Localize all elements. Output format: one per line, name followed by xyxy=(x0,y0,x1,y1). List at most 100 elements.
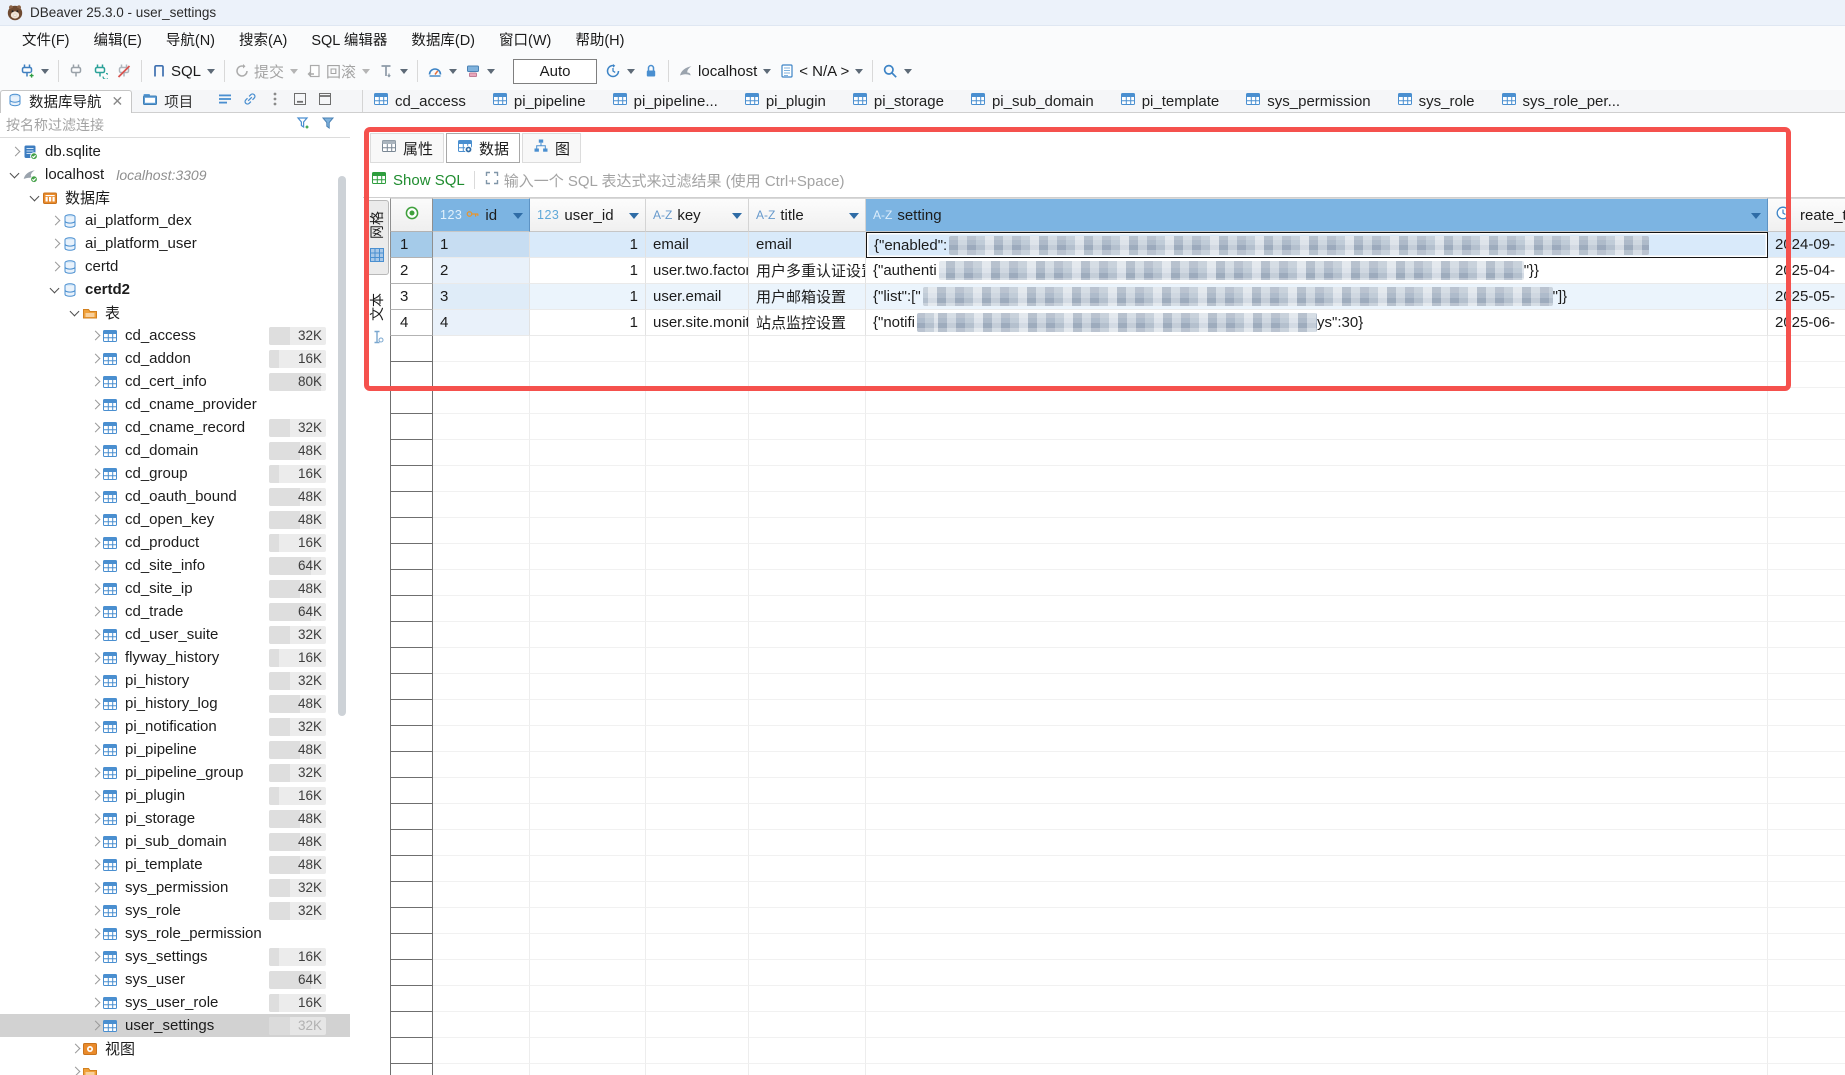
grid-cell[interactable]: 用户邮箱设置 xyxy=(749,284,866,310)
tree-item-cd_user_suite[interactable]: cd_user_suite32K xyxy=(0,623,350,646)
column-filter-caret[interactable] xyxy=(513,213,523,219)
lock-button[interactable] xyxy=(643,63,659,79)
tree-item-视图[interactable]: 视图 xyxy=(0,1037,350,1060)
link-editor-icon[interactable] xyxy=(242,91,258,112)
column-filter-caret[interactable] xyxy=(629,213,639,219)
new-connection-button[interactable] xyxy=(19,63,49,79)
tree-item-pi_history[interactable]: pi_history32K xyxy=(0,669,350,692)
column-header-user_id[interactable]: 123user_id xyxy=(530,198,646,232)
grid-row-3[interactable]: 331user.email用户邮箱设置{"list":[""]}2025-05- xyxy=(390,284,1845,310)
chevron-right-icon[interactable] xyxy=(88,996,102,1010)
chevron-right-icon[interactable] xyxy=(88,812,102,826)
filter-connected-icon[interactable] xyxy=(296,115,312,136)
chevron-right-icon[interactable] xyxy=(88,559,102,573)
chevron-right-icon[interactable] xyxy=(88,582,102,596)
chevron-right-icon[interactable] xyxy=(8,145,22,159)
tree-item-sys_role[interactable]: sys_role32K xyxy=(0,899,350,922)
chevron-right-icon[interactable] xyxy=(88,651,102,665)
tree-item-表[interactable]: 表 xyxy=(0,301,350,324)
grid-cell[interactable]: user.email xyxy=(646,284,749,310)
connection-filter-input[interactable] xyxy=(0,117,262,133)
tree-item-db.sqlite[interactable]: db.sqlite xyxy=(0,140,350,163)
commit-button[interactable]: 提交 xyxy=(234,61,298,82)
tree-item-cd_domain[interactable]: cd_domain48K xyxy=(0,439,350,462)
tree-item-pi_pipeline_group[interactable]: pi_pipeline_group32K xyxy=(0,761,350,784)
presentation-grid-tab[interactable]: 网格 xyxy=(364,200,389,275)
editor-tab-pi_template[interactable]: pi_template xyxy=(1120,91,1220,111)
chevron-right-icon[interactable] xyxy=(88,444,102,458)
tree-item-partial[interactable] xyxy=(0,1060,350,1075)
chevron-right-icon[interactable] xyxy=(88,743,102,757)
chevron-right-icon[interactable] xyxy=(68,1065,82,1075)
tree-item-sys_user[interactable]: sys_user64K xyxy=(0,968,350,991)
menu-item-5[interactable]: 数据库(D) xyxy=(399,29,487,50)
chevron-right-icon[interactable] xyxy=(88,352,102,366)
chevron-right-icon[interactable] xyxy=(88,375,102,389)
tree-item-cd_product[interactable]: cd_product16K xyxy=(0,531,350,554)
editor-tab-sys_role_per[interactable]: sys_role_per... xyxy=(1501,91,1621,111)
chevron-right-icon[interactable] xyxy=(48,214,62,228)
menu-item-1[interactable]: 编辑(E) xyxy=(82,29,154,50)
chevron-right-icon[interactable] xyxy=(88,789,102,803)
view-menu-icon[interactable] xyxy=(267,91,283,112)
menu-item-3[interactable]: 搜索(A) xyxy=(227,29,299,50)
chevron-right-icon[interactable] xyxy=(88,628,102,642)
filter-settings-icon[interactable] xyxy=(320,115,336,136)
grid-row-1[interactable]: 111emailemail{"enabled":2024-09- xyxy=(390,232,1845,258)
chevron-right-icon[interactable] xyxy=(88,605,102,619)
tree-item-user_settings[interactable]: user_settings32K xyxy=(0,1014,350,1037)
active-connection-select[interactable]: localhost xyxy=(678,63,771,80)
chevron-right-icon[interactable] xyxy=(88,927,102,941)
chevron-right-icon[interactable] xyxy=(88,881,102,895)
chevron-right-icon[interactable] xyxy=(88,858,102,872)
chevron-right-icon[interactable] xyxy=(48,260,62,274)
tree-item-cd_group[interactable]: cd_group16K xyxy=(0,462,350,485)
sidebar-scrollbar[interactable] xyxy=(338,176,346,716)
grid-cell[interactable]: 1 xyxy=(530,284,646,310)
create-time-cell[interactable]: 2025-05- xyxy=(1768,284,1845,310)
chevron-right-icon[interactable] xyxy=(88,697,102,711)
connect-button[interactable] xyxy=(68,63,84,79)
column-filter-caret[interactable] xyxy=(732,213,742,219)
reconnect-button[interactable] xyxy=(92,63,108,79)
chevron-right-icon[interactable] xyxy=(88,421,102,435)
tree-item-cd_access[interactable]: cd_access32K xyxy=(0,324,350,347)
tree-item-cd_cname_record[interactable]: cd_cname_record32K xyxy=(0,416,350,439)
chevron-right-icon[interactable] xyxy=(48,237,62,251)
chevron-right-icon[interactable] xyxy=(88,490,102,504)
menu-item-7[interactable]: 帮助(H) xyxy=(563,29,636,50)
tree-item-pi_storage[interactable]: pi_storage48K xyxy=(0,807,350,830)
create-time-cell[interactable]: 2024-09- xyxy=(1768,232,1845,258)
setting-cell[interactable]: {"notifiys":30} xyxy=(866,310,1768,336)
grid-cell[interactable]: 4 xyxy=(433,310,530,336)
menu-item-0[interactable]: 文件(F) xyxy=(10,29,82,50)
setting-cell[interactable]: {"list":[""]} xyxy=(866,284,1768,310)
sql-filter-input[interactable]: 输入一个 SQL 表达式来过滤结果 (使用 Ctrl+Space) xyxy=(504,170,845,191)
tree-item-cd_cname_provider[interactable]: cd_cname_provider xyxy=(0,393,350,416)
tree-item-ai_platform_user[interactable]: ai_platform_user xyxy=(0,232,350,255)
grid-cell[interactable]: 1 xyxy=(530,310,646,336)
grid-cell[interactable]: 1 xyxy=(530,258,646,284)
tree-item-cd_addon[interactable]: cd_addon16K xyxy=(0,347,350,370)
chevron-right-icon[interactable] xyxy=(88,835,102,849)
chevron-right-icon[interactable] xyxy=(88,1019,102,1033)
collapse-all-icon[interactable] xyxy=(217,91,233,112)
tab-database-navigator[interactable]: 数据库导航 ✕ xyxy=(0,90,132,113)
chevron-right-icon[interactable] xyxy=(88,950,102,964)
chevron-right-icon[interactable] xyxy=(88,329,102,343)
grid-cell[interactable]: 用户多重认证设置 xyxy=(749,258,866,284)
minimize-icon[interactable] xyxy=(292,91,308,112)
grid-cell[interactable]: 3 xyxy=(433,284,530,310)
create-time-cell[interactable]: 2025-06- xyxy=(1768,310,1845,336)
column-header-id[interactable]: 123id xyxy=(433,198,530,232)
chevron-right-icon[interactable] xyxy=(88,536,102,550)
tree-item-pi_plugin[interactable]: pi_plugin16K xyxy=(0,784,350,807)
column-header-reate_t[interactable]: reate_t xyxy=(1768,198,1845,232)
column-header-key[interactable]: A-Zkey xyxy=(646,198,749,232)
tree-item-pi_template[interactable]: pi_template48K xyxy=(0,853,350,876)
commit-mode-select[interactable]: Auto xyxy=(513,59,597,84)
column-filter-caret[interactable] xyxy=(849,213,859,219)
chevron-right-icon[interactable] xyxy=(88,398,102,412)
tree-item-cd_site_ip[interactable]: cd_site_ip48K xyxy=(0,577,350,600)
chevron-right-icon[interactable] xyxy=(88,973,102,987)
